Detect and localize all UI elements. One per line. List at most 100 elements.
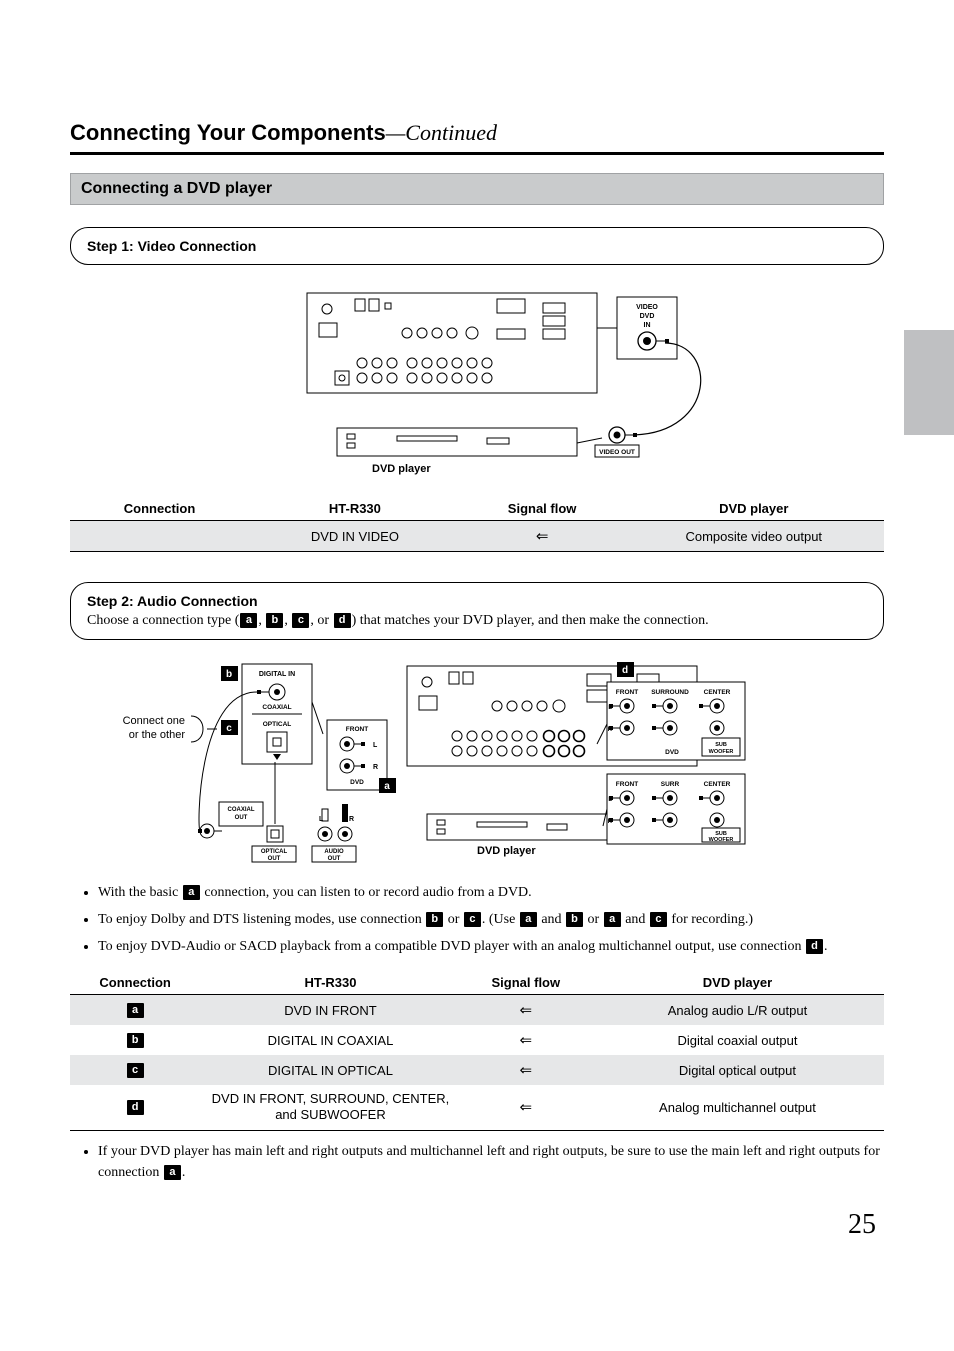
step1-diagram: VIDEO DVD IN DVD player VIDEO OUT <box>197 283 757 483</box>
svg-text:DVD: DVD <box>350 779 364 786</box>
svg-text:L: L <box>608 797 612 803</box>
s2sp2: ) that matches your DVD player, and then… <box>352 613 709 628</box>
t2chip1: b <box>127 1033 144 1048</box>
bullet-3: To enjoy DVD-Audio or SACD playback from… <box>98 936 884 957</box>
svg-text:d: d <box>622 665 628 676</box>
svg-text:WOOFER: WOOFER <box>709 749 734 755</box>
title-rule <box>70 152 884 155</box>
svg-text:SURR: SURR <box>661 781 680 788</box>
svg-text:OUT: OUT <box>235 815 248 821</box>
svg-text:COAXIAL: COAXIAL <box>262 704 291 711</box>
bullet-2: To enjoy Dolby and DTS listening modes, … <box>98 909 884 930</box>
svg-text:COAXIAL: COAXIAL <box>228 807 255 813</box>
t1r1c4: Composite video output <box>624 521 885 552</box>
b2m1: or <box>444 912 463 927</box>
svg-text:CENTER: CENTER <box>704 781 731 788</box>
step2-table: Connection HT-R330 Signal flow DVD playe… <box>70 971 884 1130</box>
svg-text:R: R <box>373 764 378 771</box>
t1r1c1 <box>70 521 249 552</box>
svg-text:VIDEO OUT: VIDEO OUT <box>599 449 635 456</box>
step1-pill: Step 1: Video Connection <box>70 227 884 265</box>
title-continued: —Continued <box>386 120 497 145</box>
svg-text:R: R <box>608 819 613 825</box>
t2r2c4: Digital optical output <box>591 1055 884 1085</box>
chip-a-4: a <box>604 912 621 927</box>
svg-text:OPTICAL: OPTICAL <box>261 849 288 855</box>
svg-text:SUB: SUB <box>715 742 727 748</box>
b1p: With the basic <box>98 885 182 900</box>
t1h4: DVD player <box>624 497 885 521</box>
svg-text:FRONT: FRONT <box>346 726 368 733</box>
svg-text:SURROUND: SURROUND <box>651 689 689 696</box>
tail-bullet: If your DVD player has main left and rig… <box>98 1141 884 1183</box>
b2p: To enjoy Dolby and DTS listening modes, … <box>98 912 425 927</box>
t1r1c2: DVD IN VIDEO <box>249 521 461 552</box>
page: Connecting Your Components—Continued Con… <box>0 0 954 1351</box>
chip-c-3: c <box>650 912 667 927</box>
t1r1c3: ⇐ <box>461 521 624 552</box>
t2r1c2: DIGITAL IN COAXIAL <box>200 1025 460 1055</box>
step1-table: Connection HT-R330 Signal flow DVD playe… <box>70 497 884 551</box>
chip-a-5: a <box>164 1165 181 1180</box>
svg-text:DVD player: DVD player <box>477 845 536 857</box>
svg-text:FRONT: FRONT <box>616 689 638 696</box>
svg-text:DIGITAL IN: DIGITAL IN <box>259 671 295 678</box>
svg-text:AUDIO: AUDIO <box>324 849 344 855</box>
t2r0c4: Analog audio L/R output <box>591 995 884 1026</box>
s2sm1: , <box>258 613 265 628</box>
chip-a: a <box>240 613 257 628</box>
chip-c: c <box>292 613 309 628</box>
svg-text:OUT: OUT <box>268 856 281 862</box>
svg-text:L: L <box>608 705 612 711</box>
b2m3: and <box>538 912 565 927</box>
step2-table-rule <box>70 1130 884 1131</box>
svg-text:L: L <box>373 742 378 749</box>
t2r1c1: b <box>70 1025 200 1055</box>
t2r3c3: ⇐ <box>461 1085 591 1130</box>
t2chip2: c <box>127 1063 144 1078</box>
tailp: If your DVD player has main left and rig… <box>98 1144 880 1180</box>
svg-text:or the other: or the other <box>129 729 186 741</box>
t2r2c2: DIGITAL IN OPTICAL <box>200 1055 460 1085</box>
t2h4: DVD player <box>591 971 884 995</box>
t2r0c2: DVD IN FRONT <box>200 995 460 1026</box>
t2r1c4: Digital coaxial output <box>591 1025 884 1055</box>
t2chip3: d <box>127 1100 144 1115</box>
t2r3c2: DVD IN FRONT, SURROUND, CENTER, and SUBW… <box>200 1085 460 1130</box>
svg-text:R: R <box>608 727 613 733</box>
svg-text:DVD: DVD <box>665 749 679 756</box>
t2r0c3: ⇐ <box>461 995 591 1026</box>
b2m2: . (Use <box>482 912 519 927</box>
svg-text:OUT: OUT <box>328 856 341 862</box>
step2-diagram: Connect one or the other DIGITAL IN COAX… <box>97 654 857 864</box>
svg-text:a: a <box>384 781 390 792</box>
b2m5: and <box>622 912 649 927</box>
svg-text:OPTICAL: OPTICAL <box>263 721 292 728</box>
svg-text:DVD player: DVD player <box>372 463 431 475</box>
step2-title: Step 2: Audio Connection <box>87 593 258 609</box>
b3q: . <box>824 939 828 954</box>
chip-b-2: b <box>426 912 443 927</box>
s2sm3: , or <box>310 613 332 628</box>
b2q: for recording.) <box>668 912 753 927</box>
t2h3: Signal flow <box>461 971 591 995</box>
page-number: 25 <box>848 1209 876 1241</box>
t2r0c1: a <box>70 995 200 1026</box>
chip-a-3: a <box>520 912 537 927</box>
svg-text:CENTER: CENTER <box>704 689 731 696</box>
chip-b: b <box>266 613 283 628</box>
chip-d: d <box>334 613 351 628</box>
b1q: connection, you can listen to or record … <box>201 885 532 900</box>
title-text: Connecting Your Components <box>70 120 386 145</box>
side-tab <box>904 330 954 435</box>
t2chip0: a <box>127 1003 144 1018</box>
t1h2: HT-R330 <box>249 497 461 521</box>
svg-text:R: R <box>349 816 354 823</box>
t2h1: Connection <box>70 971 200 995</box>
b2m4: or <box>584 912 603 927</box>
s2sm2: , <box>284 613 291 628</box>
svg-text:WOOFER: WOOFER <box>709 837 734 843</box>
step1-table-rule <box>70 551 884 552</box>
step1-title: Step 1: Video Connection <box>87 238 256 254</box>
chip-a-2: a <box>183 885 200 900</box>
